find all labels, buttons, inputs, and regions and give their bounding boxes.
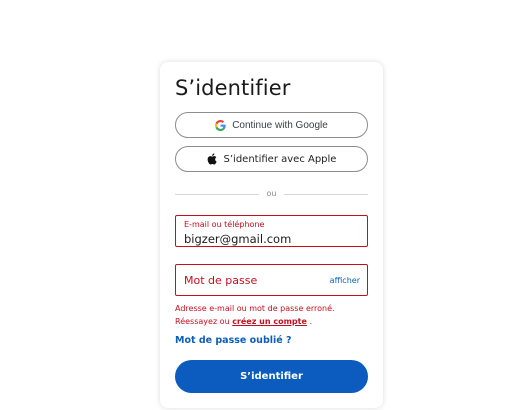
email-field-label: E-mail ou téléphone — [184, 220, 265, 229]
apple-logo-icon — [207, 153, 217, 165]
email-field[interactable]: E-mail ou téléphone bigzer@gmail.com — [175, 215, 368, 247]
forgot-password-link[interactable]: Mot de passe oublié ? — [175, 335, 292, 346]
error-message: Adresse e-mail ou mot de passe erroné. R… — [175, 302, 375, 328]
error-retry-text: Réessayez ou — [175, 317, 233, 326]
page-title: S’identifier — [175, 76, 291, 100]
continue-with-google-button[interactable]: Continue with Google — [175, 112, 368, 138]
apple-button-label: S’identifier avec Apple — [223, 153, 337, 165]
divider-line-right — [284, 194, 368, 195]
error-line-suffix: . — [306, 317, 312, 326]
sign-in-with-apple-button[interactable]: S’identifier avec Apple — [175, 146, 368, 172]
google-g-icon — [215, 119, 226, 131]
create-account-link[interactable]: créez un compte — [232, 317, 307, 326]
sign-in-card: S’identifier Continue with Google S’iden… — [160, 62, 383, 408]
email-field-value[interactable]: bigzer@gmail.com — [184, 232, 291, 246]
error-line-2: Réessayez ou créez un compte . — [175, 315, 375, 328]
password-field[interactable]: Mot de passe afficher — [175, 264, 368, 296]
password-placeholder: Mot de passe — [184, 274, 258, 287]
google-button-label: Continue with Google — [232, 119, 328, 131]
error-line-1: Adresse e-mail ou mot de passe erroné. — [175, 304, 335, 313]
or-divider: ou — [175, 188, 368, 200]
sign-in-button[interactable]: S’identifier — [175, 360, 368, 393]
show-password-button[interactable]: afficher — [330, 276, 360, 285]
